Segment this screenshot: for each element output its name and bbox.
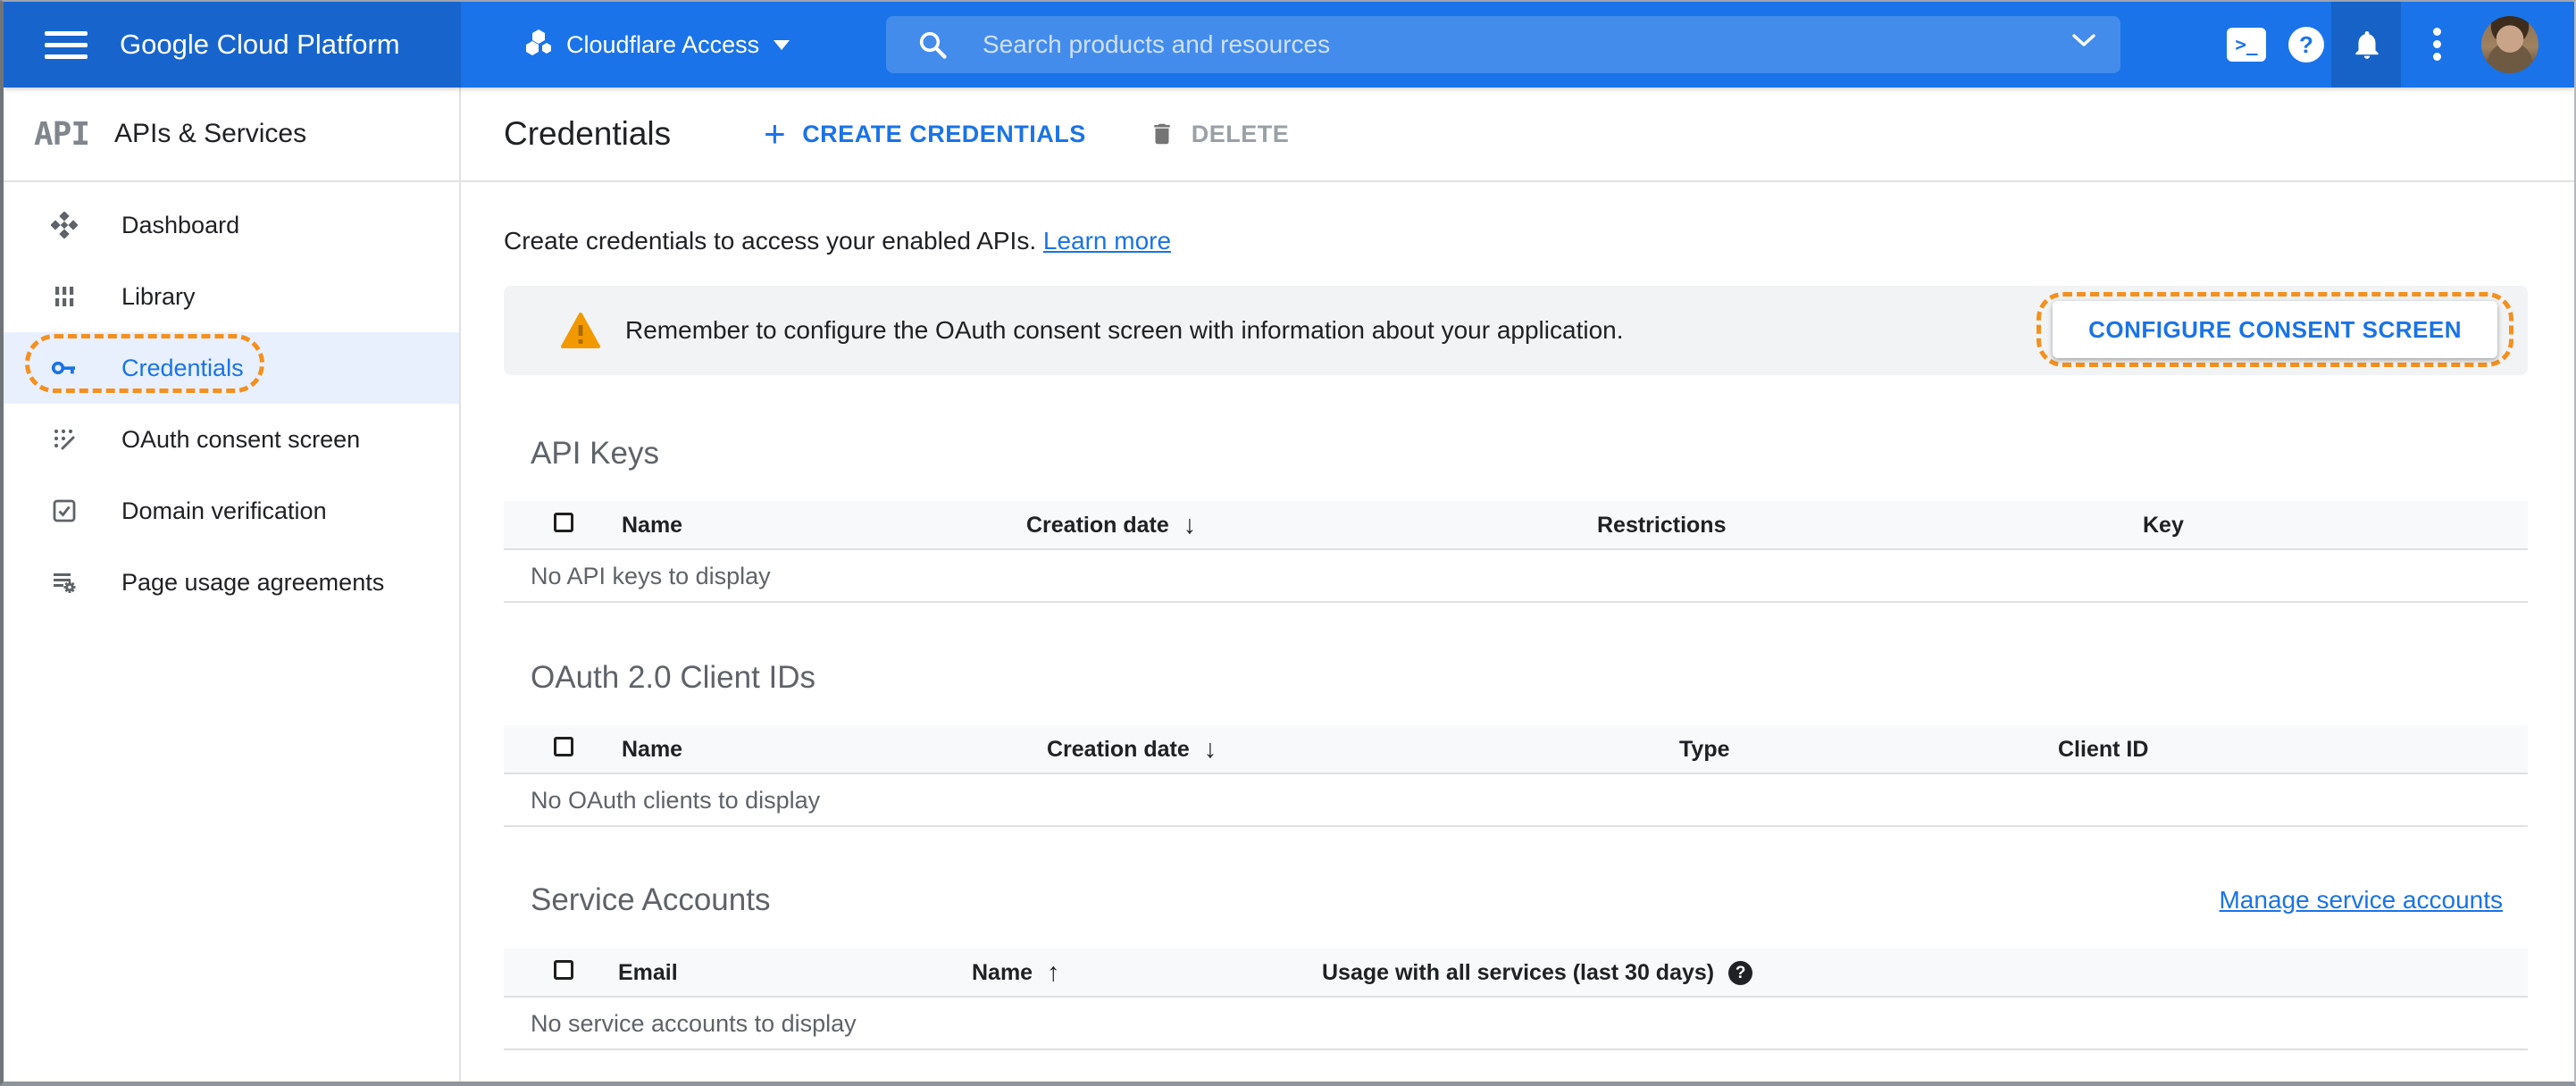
search-chevron-down-icon[interactable] bbox=[2040, 32, 2097, 53]
project-selector[interactable]: Cloudflare Access bbox=[523, 2, 790, 88]
column-header-creation-date[interactable]: Creation date ↓ bbox=[1026, 501, 1196, 550]
body: API APIs & Services Dashboard Library Cr… bbox=[4, 88, 2574, 1082]
column-header-restrictions: Restrictions bbox=[1597, 513, 1727, 538]
sidebar-item-label: Credentials bbox=[121, 354, 244, 381]
trash-icon bbox=[1153, 123, 1170, 145]
column-header-name: Name bbox=[622, 513, 683, 538]
column-header-name: Name bbox=[622, 737, 683, 762]
notifications-button[interactable] bbox=[2350, 2, 2384, 88]
service-accounts-heading-row: Service Accounts Manage service accounts bbox=[504, 879, 2528, 922]
column-header-email: Email bbox=[618, 960, 678, 985]
create-credentials-button[interactable]: + CREATE CREDENTIALS bbox=[764, 115, 1086, 153]
select-all-checkbox[interactable] bbox=[554, 513, 573, 532]
column-header-client-id: Client ID bbox=[2058, 737, 2149, 762]
caret-down-icon bbox=[774, 39, 790, 50]
sidebar-header: API APIs & Services bbox=[4, 88, 459, 182]
help-icon: ? bbox=[2288, 27, 2324, 63]
api-keys-empty-row: No API keys to display bbox=[504, 550, 2528, 603]
sidebar-item-label: Page usage agreements bbox=[121, 568, 385, 596]
help-button[interactable]: ? bbox=[2288, 2, 2324, 88]
cloud-shell-button[interactable]: >_ bbox=[2227, 2, 2266, 88]
sidebar-item-library[interactable]: Library bbox=[4, 261, 459, 332]
list-gear-icon bbox=[50, 569, 79, 596]
search-input[interactable] bbox=[983, 30, 1965, 59]
app-header: Google Cloud Platform Cloudflare Access bbox=[4, 2, 2574, 88]
sidebar-item-label: Domain verification bbox=[121, 497, 327, 524]
intro-text: Create credentials to access your enable… bbox=[504, 227, 1172, 255]
project-hexagon-icon bbox=[523, 28, 554, 62]
sidebar-item-label: OAuth consent screen bbox=[121, 425, 361, 453]
column-header-usage: Usage with all services (last 30 days) ? bbox=[1322, 948, 1753, 998]
usage-help-icon[interactable]: ? bbox=[1728, 961, 1753, 985]
consent-button-annotation: CONFIGURE CONSENT SCREEN bbox=[2037, 292, 2513, 367]
configure-consent-screen-button[interactable]: CONFIGURE CONSENT SCREEN bbox=[2053, 301, 2497, 358]
learn-more-link[interactable]: Learn more bbox=[1043, 227, 1171, 255]
api-keys-table-header: Name Creation date ↓ Restrictions Key bbox=[504, 501, 2528, 550]
sidebar-item-label: Dashboard bbox=[121, 211, 240, 238]
cloud-shell-icon: >_ bbox=[2227, 28, 2266, 62]
main-panel: Credentials + CREATE CREDENTIALS DELETE … bbox=[461, 88, 2574, 1082]
manage-service-accounts-link[interactable]: Manage service accounts bbox=[2219, 886, 2503, 915]
page-content: Create credentials to access your enable… bbox=[461, 223, 2574, 1050]
sort-desc-icon: ↓ bbox=[1203, 735, 1217, 764]
page-title: Credentials bbox=[504, 115, 672, 152]
sort-asc-icon: ↑ bbox=[1047, 958, 1060, 987]
sidebar-item-label: Library bbox=[121, 282, 196, 310]
column-header-name[interactable]: Name ↑ bbox=[972, 948, 1060, 998]
sidebar-item-domain-verification[interactable]: Domain verification bbox=[4, 475, 459, 547]
gcp-logo[interactable]: Google Cloud Platform bbox=[120, 29, 400, 61]
more-options-button[interactable] bbox=[2433, 2, 2441, 88]
section-title-api-keys: API Keys bbox=[531, 436, 659, 471]
menu-hamburger-icon[interactable] bbox=[45, 24, 88, 66]
key-icon bbox=[50, 354, 79, 382]
column-header-key: Key bbox=[2143, 513, 2184, 538]
account-avatar[interactable] bbox=[2481, 16, 2538, 73]
select-all-checkbox[interactable] bbox=[554, 737, 573, 756]
plus-icon: + bbox=[764, 113, 787, 155]
sidebar-nav: Dashboard Library Credentials OAuth cons… bbox=[4, 182, 459, 618]
dashboard-icon bbox=[50, 212, 79, 238]
warning-icon bbox=[559, 311, 602, 350]
api-product-logo: API bbox=[34, 115, 90, 153]
column-header-type: Type bbox=[1679, 737, 1730, 762]
sidebar-item-dashboard[interactable]: Dashboard bbox=[4, 189, 459, 261]
gcp-console-window: Google Cloud Platform Cloudflare Access bbox=[0, 0, 2576, 1086]
page-toolbar: Credentials + CREATE CREDENTIALS DELETE bbox=[461, 88, 2574, 182]
column-header-creation-date[interactable]: Creation date ↓ bbox=[1047, 725, 1217, 774]
sort-desc-icon: ↓ bbox=[1183, 511, 1197, 539]
section-title-service-accounts: Service Accounts bbox=[531, 882, 771, 917]
search-bar[interactable] bbox=[886, 16, 2120, 73]
banner-message: Remember to configure the OAuth consent … bbox=[625, 316, 1624, 344]
service-accounts-empty-row: No service accounts to display bbox=[504, 998, 2528, 1050]
service-accounts-table-header: Email Name ↑ Usage with all services (la… bbox=[504, 948, 2528, 998]
search-icon bbox=[919, 31, 947, 59]
section-title-oauth-clients: OAuth 2.0 Client IDs bbox=[531, 660, 816, 695]
bell-icon bbox=[2355, 30, 2379, 59]
library-icon bbox=[50, 283, 79, 310]
sidebar: API APIs & Services Dashboard Library Cr… bbox=[4, 88, 461, 1082]
sidebar-item-credentials[interactable]: Credentials bbox=[4, 332, 459, 404]
sidebar-item-oauth-consent-screen[interactable]: OAuth consent screen bbox=[4, 404, 459, 475]
sidebar-title: APIs & Services bbox=[114, 119, 307, 148]
project-name: Cloudflare Access bbox=[566, 30, 760, 58]
sidebar-item-page-usage-agreements[interactable]: Page usage agreements bbox=[4, 547, 459, 618]
delete-button[interactable]: DELETE bbox=[1149, 121, 1290, 148]
consent-screen-icon bbox=[50, 426, 79, 453]
consent-warning-banner: Remember to configure the OAuth consent … bbox=[504, 286, 2528, 375]
oauth-clients-table-header: Name Creation date ↓ Type Client ID bbox=[504, 725, 2528, 774]
oauth-clients-empty-row: No OAuth clients to display bbox=[504, 774, 2528, 827]
app-header-brand-section: Google Cloud Platform bbox=[4, 2, 461, 88]
select-all-checkbox[interactable] bbox=[554, 960, 573, 980]
checkbox-check-icon bbox=[50, 497, 79, 524]
